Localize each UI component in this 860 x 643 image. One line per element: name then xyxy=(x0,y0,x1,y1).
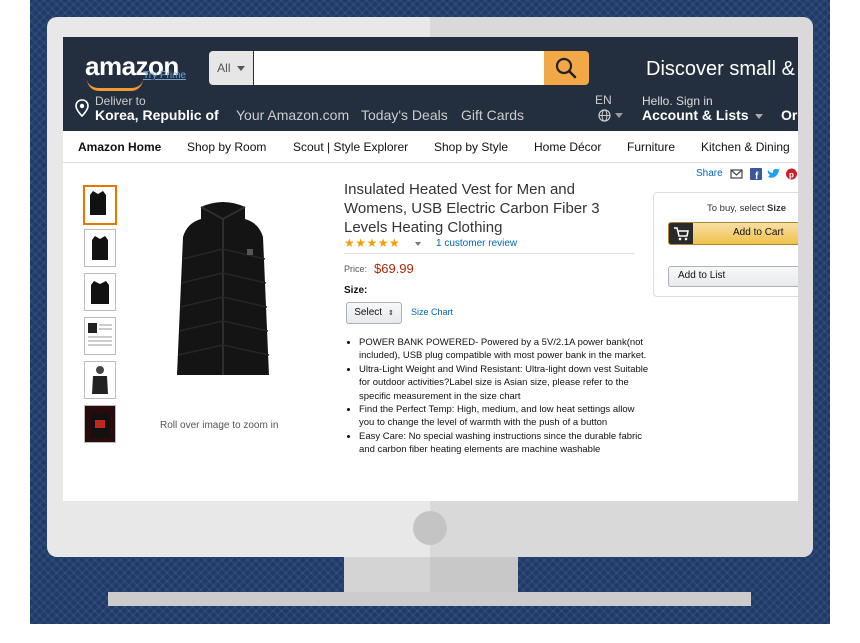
product-thumbnail[interactable] xyxy=(84,273,116,311)
browser-screen: amazon Try Prime All Discover small & De… xyxy=(63,37,798,501)
price-label: Price: xyxy=(344,264,368,274)
product-thumbnail[interactable] xyxy=(84,317,116,355)
heating-thumbnail-image xyxy=(85,406,115,442)
rating-stars[interactable]: ★★★★★ xyxy=(344,236,400,250)
account-lists-menu[interactable]: Account & Lists xyxy=(642,107,764,123)
chevron-down-icon xyxy=(615,113,623,118)
language-selector[interactable]: EN xyxy=(595,93,612,107)
search-category-dropdown[interactable]: All xyxy=(209,51,253,85)
feature-bullet: POWER BANK POWERED- Powered by a 5V/2.1A… xyxy=(359,336,649,363)
vest-thumbnail-image xyxy=(91,281,109,304)
cart-icon-box xyxy=(669,223,693,244)
product-thumbnail[interactable] xyxy=(84,229,116,267)
amazon-header: amazon Try Prime All Discover small & De… xyxy=(63,37,798,131)
chevron-down-icon[interactable] xyxy=(415,242,421,246)
subnav-scout-style-explorer[interactable]: Scout | Style Explorer xyxy=(293,140,408,154)
buy-box-instruction-emphasis: Size xyxy=(767,203,787,214)
search-icon xyxy=(555,57,577,79)
subnav-home-decor[interactable]: Home Décor xyxy=(534,140,601,154)
product-thumbnail[interactable] xyxy=(84,405,116,443)
add-to-list-label: Add to List xyxy=(678,270,726,281)
twitter-icon[interactable] xyxy=(767,168,780,180)
category-subnav: Amazon Home Shop by Room Scout | Style E… xyxy=(63,131,798,163)
search-input[interactable] xyxy=(254,51,544,85)
subnav-furniture[interactable]: Furniture xyxy=(627,140,675,154)
product-title: Insulated Heated Vest for Men and Womens… xyxy=(344,181,600,236)
try-prime-link[interactable]: Try Prime xyxy=(143,70,186,81)
deliver-country[interactable]: Korea, Republic of xyxy=(95,107,219,123)
chevron-down-icon xyxy=(236,66,245,72)
subnav-amazon-home[interactable]: Amazon Home xyxy=(78,140,161,154)
size-label: Size: xyxy=(344,285,368,296)
divider xyxy=(344,253,634,254)
pinterest-icon[interactable]: p xyxy=(785,168,798,180)
feature-bullet: Ultra-Light Weight and Wind Resistant: U… xyxy=(359,363,649,403)
share-label: Share xyxy=(696,168,723,179)
monitor-stand-base xyxy=(108,592,751,606)
svg-text:p: p xyxy=(789,171,794,180)
location-pin-icon xyxy=(75,99,89,117)
size-chart-thumbnail-image xyxy=(88,323,112,346)
feature-bullets: POWER BANK POWERED- Powered by a 5V/2.1A… xyxy=(350,336,649,457)
product-thumbnail[interactable] xyxy=(84,361,116,399)
facebook-icon[interactable]: f xyxy=(750,168,763,180)
feature-bullet: Find the Perfect Temp: High, medium, and… xyxy=(359,403,649,430)
nav-todays-deals[interactable]: Today's Deals xyxy=(361,107,448,123)
size-select-label: Select xyxy=(354,307,383,318)
nav-your-amazon[interactable]: Your Amazon.com xyxy=(236,107,349,123)
search-category-label: All xyxy=(217,61,231,75)
globe-icon[interactable] xyxy=(598,109,611,122)
cart-icon xyxy=(674,227,689,241)
amazon-smile-icon xyxy=(87,79,143,91)
vest-thumbnail-image xyxy=(92,236,108,260)
email-icon[interactable] xyxy=(730,168,743,180)
buy-box-instruction: To buy, select Size xyxy=(707,203,786,214)
discover-banner[interactable]: Discover small & xyxy=(646,58,795,81)
vest-thumbnail-image xyxy=(90,191,106,215)
product-thumbnail[interactable] xyxy=(83,185,117,225)
orders-link[interactable]: Or xyxy=(781,107,797,123)
customer-review-link[interactable]: 1 customer review xyxy=(436,238,517,249)
product-main-image[interactable] xyxy=(171,197,275,377)
add-to-cart-button[interactable]: Add to Cart xyxy=(668,222,798,245)
sort-arrows-icon: ⇕ xyxy=(387,310,394,317)
monitor-power-button xyxy=(413,511,447,545)
size-select-dropdown[interactable]: Select ⇕ xyxy=(346,302,402,324)
subnav-shop-by-room[interactable]: Shop by Room xyxy=(187,140,266,154)
subnav-kitchen-dining[interactable]: Kitchen & Dining xyxy=(701,140,790,154)
size-chart-link[interactable]: Size Chart xyxy=(411,307,453,317)
model-thumbnail-image xyxy=(92,366,108,394)
account-lists-label: Account & Lists xyxy=(642,107,749,123)
feature-bullet: Easy Care: No special washing instructio… xyxy=(359,430,649,457)
nav-gift-cards[interactable]: Gift Cards xyxy=(461,107,524,123)
deliver-to-label[interactable]: Deliver to xyxy=(95,94,146,108)
add-to-cart-label: Add to Cart xyxy=(733,227,784,238)
buy-box-instruction-text: To buy, select xyxy=(707,203,768,214)
subnav-shop-by-style[interactable]: Shop by Style xyxy=(434,140,508,154)
sign-in-greeting[interactable]: Hello. Sign in xyxy=(642,94,713,108)
add-to-list-button[interactable]: Add to List xyxy=(668,266,798,287)
zoom-hint: Roll over image to zoom in xyxy=(160,420,279,431)
monitor-stand-neck-shade xyxy=(430,557,518,592)
search-button[interactable] xyxy=(544,51,589,85)
price-value: $69.99 xyxy=(374,261,414,276)
chevron-down-icon xyxy=(755,113,764,119)
